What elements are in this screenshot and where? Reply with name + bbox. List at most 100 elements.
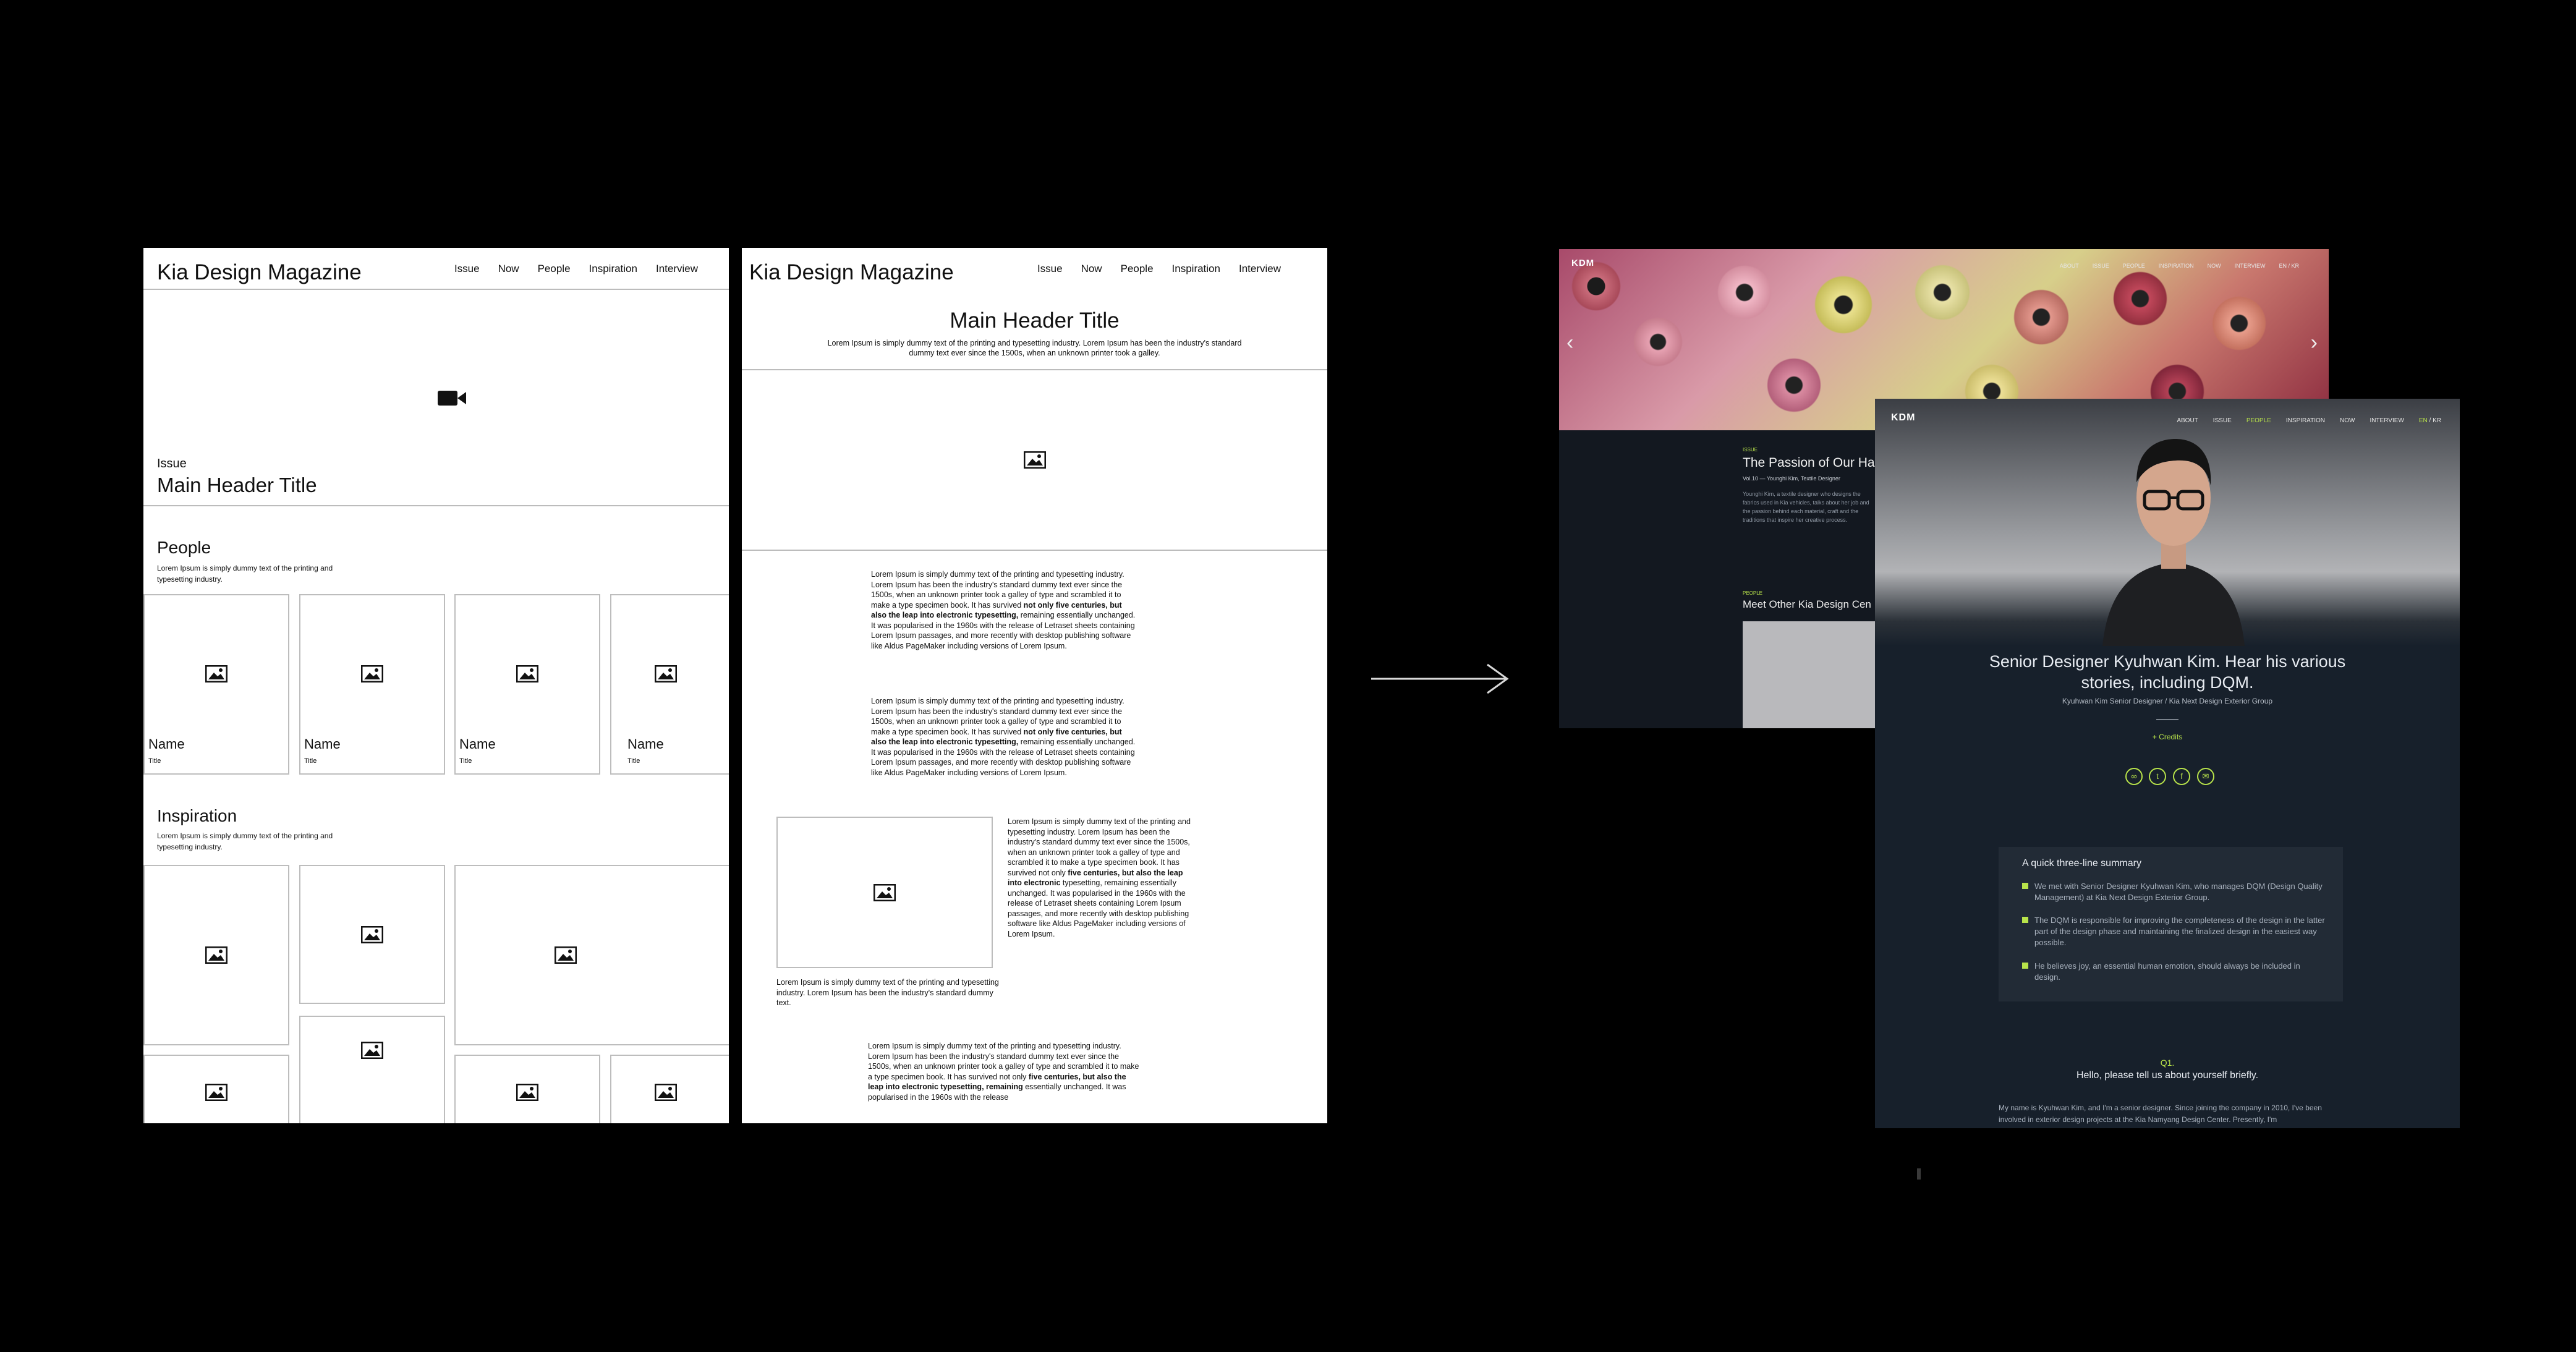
image-icon (205, 1084, 227, 1101)
scroll-indicator (1917, 1168, 1921, 1180)
site-brand[interactable]: Kia Design Magazine (749, 260, 954, 285)
inspiration-tile[interactable] (454, 865, 729, 1045)
hero-label: Issue (157, 457, 187, 470)
main-nav: Issue Now People Inspiration Interview (1037, 263, 1281, 275)
person-title: Title (459, 757, 472, 765)
person-title: Title (304, 757, 317, 765)
inspiration-tile[interactable] (454, 1055, 600, 1123)
nav-inspiration[interactable]: INSPIRATION (2159, 263, 2194, 269)
language-switch[interactable]: EN / KR (2279, 263, 2299, 269)
inline-image (776, 817, 993, 968)
inspiration-section-title: Inspiration (157, 806, 237, 825)
image-icon (361, 925, 383, 943)
hero-image (742, 370, 1327, 550)
image-icon (874, 883, 896, 901)
nav-now[interactable]: NOW (2340, 417, 2355, 424)
header-divider (143, 289, 729, 290)
nav-now[interactable]: Now (498, 263, 519, 275)
inspiration-tile[interactable] (610, 1055, 729, 1123)
nav-issue[interactable]: ISSUE (2093, 263, 2109, 269)
image-icon (516, 1084, 538, 1101)
image-caption: Lorem Ipsum is simply dummy text of the … (776, 978, 999, 1007)
article-headline: Senior Designer Kyuhwan Kim. Hear his va… (1989, 652, 2346, 692)
logo[interactable]: KDM (1571, 258, 1594, 268)
person-name: Name (627, 736, 664, 752)
nav-inspiration[interactable]: INSPIRATION (2286, 417, 2325, 424)
facebook-icon[interactable]: f (2173, 768, 2190, 785)
nav-people[interactable]: PEOPLE (2247, 417, 2271, 424)
summary-box: A quick three-line summary We met with S… (1999, 847, 2343, 1001)
hero-title: Main Header Title (157, 474, 317, 496)
person-card[interactable]: Name Title (610, 594, 729, 775)
wireframe-list-page: Kia Design Magazine Issue Now People Ins… (143, 248, 729, 1123)
nav-interview[interactable]: Interview (1239, 263, 1281, 275)
nav-inspiration[interactable]: Inspiration (589, 263, 637, 275)
main-nav: Issue Now People Inspiration Interview (454, 263, 698, 275)
article-subtitle: Lorem Ipsum is simply dummy text of the … (827, 339, 1242, 357)
people-section-desc: Lorem Ipsum is simply dummy text of the … (157, 564, 333, 584)
image-icon (1023, 451, 1046, 469)
nav-inspiration[interactable]: Inspiration (1172, 263, 1220, 275)
summary-bullet (2022, 963, 2028, 969)
mail-icon[interactable]: ✉ (2197, 768, 2214, 785)
site-brand[interactable]: Kia Design Magazine (157, 260, 362, 285)
lang-kr[interactable]: KR (2433, 417, 2441, 424)
article-title: Main Header Title (950, 308, 1120, 333)
twitter-icon[interactable]: t (2149, 768, 2166, 785)
credits-toggle[interactable]: + Credits (1875, 733, 2460, 741)
person-card[interactable]: Name Title (454, 594, 600, 775)
body-paragraph: Lorem Ipsum is simply dummy text of the … (871, 697, 1136, 777)
nav-issue[interactable]: ISSUE (2213, 417, 2232, 424)
nav-people[interactable]: People (1121, 263, 1154, 275)
person-card[interactable]: Name Title (299, 594, 445, 775)
hero-divider (143, 505, 729, 506)
nav-now[interactable]: Now (1081, 263, 1102, 275)
people-section-title: People (157, 538, 211, 557)
inspiration-tile[interactable] (299, 865, 445, 1004)
nav-issue[interactable]: Issue (454, 263, 480, 275)
image-icon (554, 946, 577, 964)
nav-issue[interactable]: Issue (1037, 263, 1063, 275)
nav-interview[interactable]: INTERVIEW (2235, 263, 2266, 269)
nav-people[interactable]: People (538, 263, 571, 275)
inspiration-tile[interactable] (143, 865, 289, 1045)
carousel-prev-icon[interactable]: ‹ (1566, 331, 1573, 355)
people-card-image[interactable] (1743, 621, 1885, 728)
carousel-next-icon[interactable]: › (2311, 331, 2318, 355)
answer-text: My name is Kyuhwan Kim, and I'm a senior… (1999, 1103, 2322, 1124)
image-icon (655, 665, 678, 682)
main-nav: ABOUT ISSUE PEOPLE INSPIRATION NOW INTER… (2177, 417, 2441, 424)
designer-portrait (2102, 439, 2245, 646)
person-name: Name (304, 736, 341, 752)
person-title: Title (627, 757, 640, 765)
person-card[interactable]: Name Title (143, 594, 289, 775)
article-byline: Kyuhwan Kim Senior Designer / Kia Next D… (2062, 697, 2273, 705)
body-paragraph: Lorem Ipsum is simply dummy text of the … (871, 570, 1136, 650)
image-icon (361, 665, 383, 682)
person-title: Title (148, 757, 161, 765)
nav-people[interactable]: PEOPLE (2123, 263, 2145, 269)
transition-arrow-icon (1371, 663, 1509, 694)
section-label: ISSUE (1743, 447, 1758, 453)
logo[interactable]: KDM (1891, 412, 1915, 423)
video-icon[interactable] (438, 389, 466, 407)
nav-interview[interactable]: INTERVIEW (2370, 417, 2404, 424)
image-icon (655, 1084, 678, 1101)
inspiration-section-desc: Lorem Ipsum is simply dummy text of the … (157, 831, 333, 851)
link-icon[interactable]: ∞ (2125, 768, 2143, 785)
design-interview-page: KDM ABOUT ISSUE PEOPLE INSPIRATION NOW I… (1875, 399, 2460, 1128)
question-number: Q1. (2160, 1058, 2175, 1068)
people-title: Meet Other Kia Design Cen (1743, 598, 1871, 610)
body-paragraph: Lorem Ipsum is simply dummy text of the … (868, 1042, 1139, 1102)
nav-about[interactable]: ABOUT (2060, 263, 2079, 269)
image-icon (516, 665, 538, 682)
hero-divider (742, 550, 1327, 551)
nav-about[interactable]: ABOUT (2177, 417, 2198, 424)
person-name: Name (148, 736, 185, 752)
nav-interview[interactable]: Interview (656, 263, 698, 275)
issue-title: The Passion of Our Ha (1743, 456, 1875, 470)
inspiration-tile[interactable] (299, 1016, 445, 1123)
lang-en[interactable]: EN (2419, 417, 2428, 424)
nav-now[interactable]: NOW (2208, 263, 2221, 269)
inspiration-tile[interactable] (143, 1055, 289, 1123)
